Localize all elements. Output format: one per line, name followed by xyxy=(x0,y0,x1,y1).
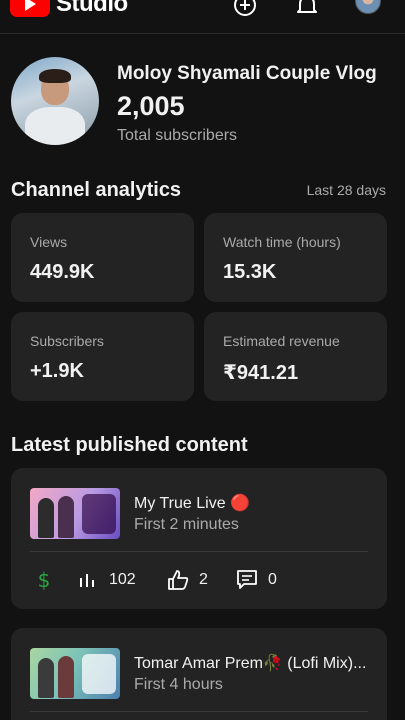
card-divider xyxy=(30,551,368,552)
channel-avatar[interactable] xyxy=(11,57,99,145)
stat-value: ₹941.21 xyxy=(223,362,299,384)
stat-label: Subscribers xyxy=(30,333,104,349)
subscriber-label: Total subscribers xyxy=(117,127,238,144)
video-title[interactable]: Tomar Amar Prem🥀 (Lofi Mix)... xyxy=(134,653,366,673)
comments-metric: 0 xyxy=(236,568,277,592)
bar-chart-icon xyxy=(80,574,94,587)
analytics-section-title: Channel analytics xyxy=(11,179,182,201)
stat-value: 15.3K xyxy=(223,261,277,283)
create-icon[interactable] xyxy=(232,0,258,16)
youtube-logo-icon xyxy=(10,0,50,17)
channel-name: Moloy Shyamali Couple Vlog xyxy=(117,63,377,84)
account-avatar[interactable] xyxy=(355,0,381,14)
likes-metric: 2 xyxy=(167,568,208,592)
stat-card-watch-time[interactable]: Watch time (hours) 15.3K xyxy=(204,213,387,302)
logo-text: Studio xyxy=(56,0,128,17)
video-age: First 4 hours xyxy=(134,676,223,693)
top-app-bar: Studio xyxy=(0,0,405,34)
comments-count: 0 xyxy=(268,571,277,588)
stat-card-views[interactable]: Views 449.9K xyxy=(11,213,194,302)
stat-label: Watch time (hours) xyxy=(223,234,341,250)
notifications-bell-icon[interactable] xyxy=(294,0,320,16)
analytics-period: Last 28 days xyxy=(306,182,386,198)
comment-icon xyxy=(237,570,257,589)
likes-count: 2 xyxy=(199,571,208,588)
video-thumbnail[interactable] xyxy=(30,488,120,539)
dollar-icon: $ xyxy=(38,569,51,591)
content-card[interactable]: My True Live 🔴 First 2 minutes $ 102 2 0 xyxy=(11,468,387,609)
stat-card-subscribers[interactable]: Subscribers +1.9K xyxy=(11,312,194,401)
revenue-metric: $ xyxy=(33,568,55,592)
svg-text:$: $ xyxy=(38,569,51,591)
thumbs-up-icon xyxy=(168,570,189,590)
subscriber-count: 2,005 xyxy=(117,91,185,121)
studio-logo[interactable]: Studio xyxy=(10,0,128,18)
stat-value: 449.9K xyxy=(30,261,95,283)
video-age: First 2 minutes xyxy=(134,516,239,533)
content-card[interactable]: Tomar Amar Prem🥀 (Lofi Mix)... First 4 h… xyxy=(11,628,387,720)
video-thumbnail[interactable] xyxy=(30,648,120,699)
stat-card-revenue[interactable]: Estimated revenue ₹941.21 xyxy=(204,312,387,401)
latest-content-title: Latest published content xyxy=(11,434,248,456)
views-count: 102 xyxy=(109,571,136,588)
stat-label: Estimated revenue xyxy=(223,333,340,349)
views-metric: 102 xyxy=(77,568,136,592)
video-title[interactable]: My True Live 🔴 xyxy=(134,493,250,513)
card-divider xyxy=(30,711,368,712)
stat-label: Views xyxy=(30,234,68,250)
stat-value: +1.9K xyxy=(30,360,84,382)
